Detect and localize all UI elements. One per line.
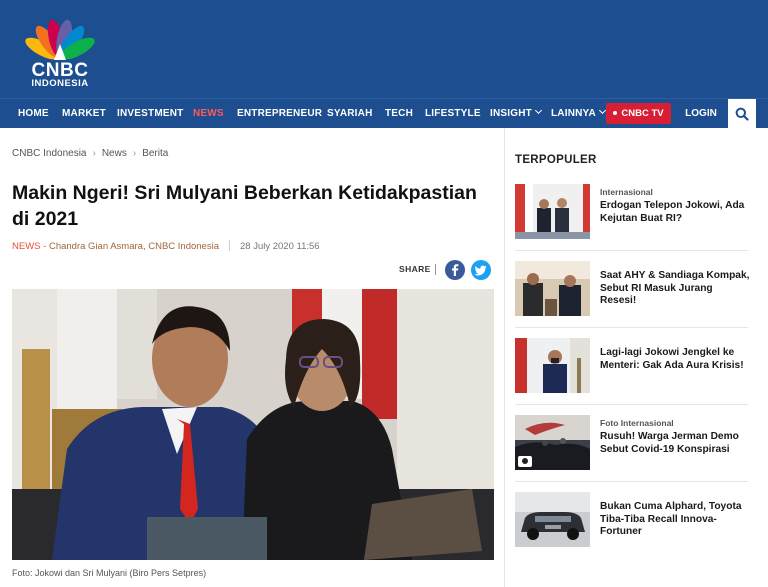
share-label: SHARE <box>399 264 431 274</box>
twitter-icon <box>474 265 487 276</box>
nav-syariah[interactable]: SYARIAH <box>327 99 373 129</box>
live-dot-icon <box>613 111 618 115</box>
article-byline: NEWS - Chandra Gian Asmara, CNBC Indones… <box>12 238 320 252</box>
breadcrumb-home[interactable]: CNBC Indonesia <box>12 148 86 159</box>
popular-sidebar: TERPOPULER Internasional Erdogan Telepon… <box>515 128 755 587</box>
nav-label: NEWS <box>193 108 224 119</box>
article-column: CNBC Indonesia › News › Berita Makin Ngeri! … <box>0 128 504 587</box>
sidebar-heading: TERPOPULER <box>515 154 597 166</box>
article-date: 28 July 2020 11:56 <box>239 241 320 252</box>
chevron-down-icon <box>598 106 606 115</box>
popular-thumbnail[interactable] <box>515 415 590 470</box>
popular-thumbnail[interactable] <box>515 492 590 547</box>
byline-dash: - <box>40 241 49 252</box>
jokowi-jengkel-thumb <box>515 338 590 393</box>
nav-label: ENTREPRENEUR <box>237 108 323 119</box>
facebook-share-button[interactable] <box>445 260 465 280</box>
column-divider <box>504 128 505 587</box>
logo-subtitle: INDONESIA <box>31 78 89 89</box>
popular-headline[interactable]: Rusuh! Warga Jerman Demo Sebut Covid-19 … <box>600 431 750 456</box>
facebook-icon <box>452 264 459 276</box>
breadcrumb: CNBC Indonesia › News › Berita <box>12 148 168 159</box>
erdogan-jokowi-thumb <box>515 184 590 239</box>
popular-item[interactable]: Saat AHY & Sandiaga Kompak, Sebut RI Mas… <box>515 261 750 329</box>
camera-icon <box>518 456 532 467</box>
nav-market[interactable]: MARKET <box>62 99 106 129</box>
popular-headline[interactable]: Lagi-lagi Jokowi Jengkel ke Menteri: Gak… <box>600 347 750 372</box>
popular-headline[interactable]: Saat AHY & Sandiaga Kompak, Sebut RI Mas… <box>600 270 750 308</box>
nav-label: HOME <box>18 108 49 119</box>
popular-category: Foto Internasional <box>600 418 674 428</box>
nav-insight[interactable]: INSIGHT <box>490 99 543 129</box>
popular-thumbnail[interactable] <box>515 184 590 239</box>
popular-headline[interactable]: Erdogan Telepon Jokowi, Ada Kejutan Buat… <box>600 200 750 225</box>
breadcrumb-news[interactable]: News <box>102 148 127 159</box>
chevron-right-icon: › <box>92 148 96 159</box>
nav-label: INVESTMENT <box>117 108 184 119</box>
popular-thumbnail[interactable] <box>515 261 590 316</box>
nav-label: LAINNYA <box>551 108 596 119</box>
site-header: CNBC INDONESIA <box>0 0 768 98</box>
nav-label: MARKET <box>62 108 106 119</box>
jokowi-sri-mulyani-photo <box>12 289 494 560</box>
ahy-sandiaga-thumb <box>515 261 590 316</box>
search-icon <box>735 107 749 121</box>
nav-lainnya[interactable]: LAINNYA <box>551 99 606 129</box>
share-divider <box>435 264 436 275</box>
tv-label: CNBC TV <box>621 108 664 119</box>
item-divider <box>515 481 748 482</box>
login-button[interactable]: LOGIN <box>676 99 726 129</box>
popular-item[interactable]: Bukan Cuma Alphard, Toyota Tiba-Tiba Rec… <box>515 492 748 560</box>
search-button[interactable] <box>728 99 756 129</box>
peacock-logo-icon <box>25 19 95 60</box>
article-title: Makin Ngeri! Sri Mulyani Beberkan Ketida… <box>12 182 477 230</box>
nav-label: LIFESTYLE <box>425 108 481 119</box>
popular-item[interactable]: Internasional Erdogan Telepon Jokowi, Ad… <box>515 184 748 252</box>
article-category[interactable]: NEWS <box>12 241 41 252</box>
item-divider <box>515 250 748 251</box>
nav-home[interactable]: HOME <box>18 99 49 129</box>
nav-label: SYARIAH <box>327 108 373 119</box>
item-divider <box>515 404 748 405</box>
nav-label: TECH <box>385 108 414 119</box>
chevron-down-icon <box>534 106 543 115</box>
toyota-recall-thumb <box>515 492 590 547</box>
twitter-share-button[interactable] <box>471 260 491 280</box>
popular-category: Internasional <box>600 187 653 197</box>
nav-lifestyle[interactable]: LIFESTYLE <box>425 99 481 129</box>
article-author: Chandra Gian Asmara, CNBC Indonesia <box>48 241 219 252</box>
nav-label: INSIGHT <box>490 108 532 119</box>
nav-investment[interactable]: INVESTMENT <box>117 99 183 129</box>
nav-tech[interactable]: TECH <box>385 99 413 129</box>
breadcrumb-berita[interactable]: Berita <box>142 148 168 159</box>
nav-entrepreneur[interactable]: ENTREPRENEUR <box>237 99 322 129</box>
item-divider <box>515 327 748 328</box>
main-nav: HOME MARKET INVESTMENT NEWS ENTREPRENEUR… <box>0 98 768 129</box>
popular-headline[interactable]: Bukan Cuma Alphard, Toyota Tiba-Tiba Rec… <box>600 501 750 539</box>
cnbc-tv-button[interactable]: CNBC TV <box>606 103 671 124</box>
image-caption: Foto: Jokowi dan Sri Mulyani (Biro Pers … <box>12 568 207 578</box>
popular-thumbnail[interactable] <box>515 338 590 393</box>
article-hero-image <box>12 289 494 560</box>
chevron-right-icon: › <box>132 148 137 159</box>
popular-item[interactable]: Foto Internasional Rusuh! Warga Jerman D… <box>515 415 748 483</box>
cnbc-indonesia-logo[interactable]: CNBC INDONESIA <box>18 12 102 89</box>
nav-news[interactable]: NEWS <box>193 99 224 129</box>
popular-item[interactable]: Lagi-lagi Jokowi Jengkel ke Menteri: Gak… <box>515 338 748 406</box>
byline-divider <box>228 240 230 251</box>
